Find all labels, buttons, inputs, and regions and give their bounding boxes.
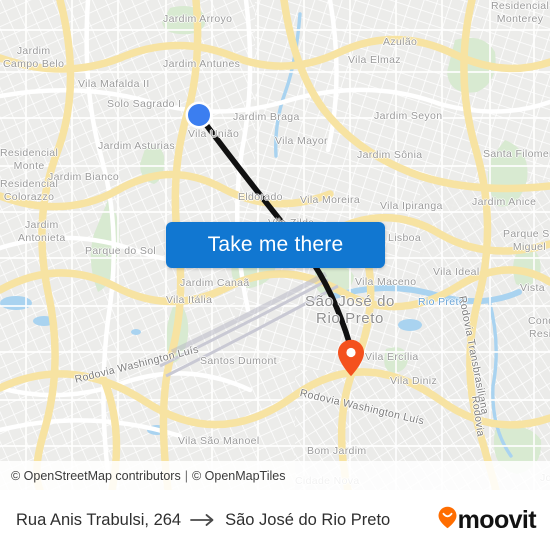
attribution-osm[interactable]: © OpenStreetMap contributors xyxy=(11,469,181,483)
map-viewport[interactable]: Jardim Arroyo Azulão Residencial Monterey J… xyxy=(0,0,550,490)
attribution-separator: | xyxy=(184,468,188,483)
take-me-there-button[interactable]: Take me there xyxy=(166,222,385,268)
origin-marker-dot[interactable] xyxy=(188,104,210,126)
moovit-logo[interactable]: moovit xyxy=(438,505,537,535)
origin-label: Rua Anis Trabulsi, 264 xyxy=(16,510,182,529)
destination-marker-pin[interactable] xyxy=(337,339,365,377)
route-footer-bar: Rua Anis Trabulsi, 264 São José do Rio P… xyxy=(0,490,550,550)
route-summary: Rua Anis Trabulsi, 264 São José do Rio P… xyxy=(16,511,438,530)
moovit-route-preview: Jardim Arroyo Azulão Residencial Monterey J… xyxy=(0,0,550,550)
map-attribution-bar: © OpenStreetMap contributors | © OpenMap… xyxy=(0,461,550,490)
arrow-right-icon xyxy=(190,513,216,527)
destination-label: São José do Rio Preto xyxy=(225,510,391,529)
moovit-wordmark: moovit xyxy=(457,505,537,534)
moovit-pin-icon xyxy=(438,506,457,534)
attribution-openmaptiles[interactable]: © OpenMapTiles xyxy=(192,469,286,483)
